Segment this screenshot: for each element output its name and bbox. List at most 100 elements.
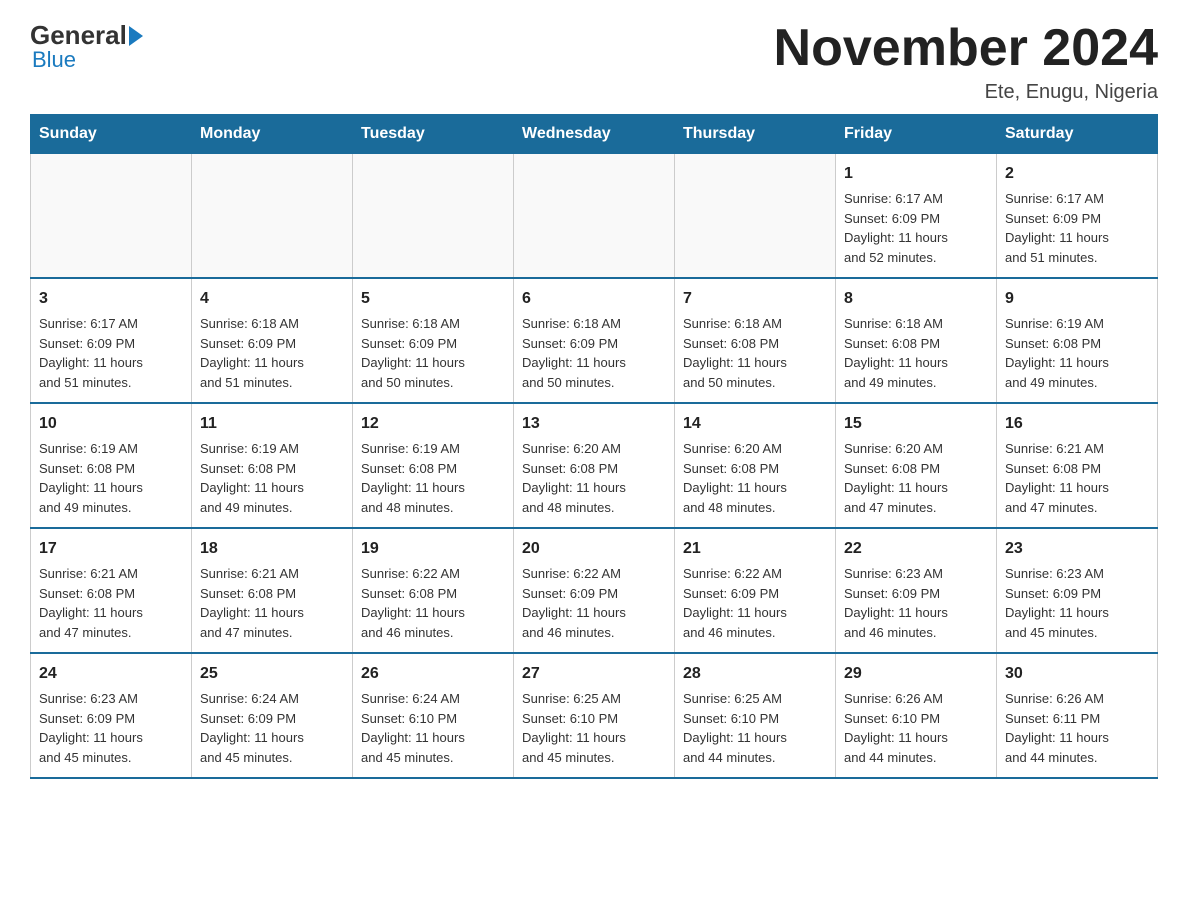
- day-number: 3: [39, 287, 183, 311]
- title-area: November 2024 Ete, Enugu, Nigeria: [774, 20, 1158, 104]
- day-number: 20: [522, 537, 666, 561]
- day-number: 10: [39, 412, 183, 436]
- calendar-cell: 12Sunrise: 6:19 AMSunset: 6:08 PMDayligh…: [353, 403, 514, 528]
- day-number: 28: [683, 662, 827, 686]
- logo-blue: Blue: [32, 47, 76, 73]
- day-number: 14: [683, 412, 827, 436]
- day-info: Sunrise: 6:23 AMSunset: 6:09 PMDaylight:…: [844, 564, 988, 642]
- calendar-cell: [31, 154, 192, 279]
- day-info: Sunrise: 6:19 AMSunset: 6:08 PMDaylight:…: [200, 439, 344, 517]
- day-info: Sunrise: 6:26 AMSunset: 6:10 PMDaylight:…: [844, 689, 988, 767]
- day-number: 30: [1005, 662, 1149, 686]
- calendar-cell: 15 Sunrise: 6:20 AMSunset: 6:08 PMDayligh…: [836, 403, 997, 528]
- calendar-cell: 4 Sunrise: 6:18 AMSunset: 6:09 PMDaylight…: [192, 278, 353, 403]
- calendar-cell: 30 Sunrise: 6:26 AMSunset: 6:11 PMDayligh…: [997, 653, 1158, 778]
- day-number: 19: [361, 537, 505, 561]
- weekday-header: Wednesday: [514, 115, 675, 154]
- day-info: Sunrise: 6:19 AMSunset: 6:08 PMDaylight:…: [39, 439, 183, 517]
- calendar-subtitle: Ete, Enugu, Nigeria: [774, 81, 1158, 104]
- day-info: Sunrise: 6:24 AMSunset: 6:10 PMDaylight:…: [361, 689, 505, 767]
- calendar-cell: 9 Sunrise: 6:19 AMSunset: 6:08 PMDaylight…: [997, 278, 1158, 403]
- weekday-header: Monday: [192, 115, 353, 154]
- calendar-cell: [514, 154, 675, 279]
- calendar-cell: 29 Sunrise: 6:26 AMSunset: 6:10 PMDayligh…: [836, 653, 997, 778]
- calendar-cell: 1Sunrise: 6:17 AMSunset: 6:09 PMDaylight…: [836, 154, 997, 279]
- day-number: 9: [1005, 287, 1149, 311]
- calendar-title: November 2024: [774, 20, 1158, 77]
- calendar-cell: 17 Sunrise: 6:21 AMSunset: 6:08 PMDayligh…: [31, 528, 192, 653]
- day-info: Sunrise: 6:18 AMSunset: 6:08 PMDaylight:…: [844, 314, 988, 392]
- day-number: 15: [844, 412, 988, 436]
- day-number: 25: [200, 662, 344, 686]
- day-info: Sunrise: 6:19 AMSunset: 6:08 PMDaylight:…: [361, 439, 505, 517]
- day-number: 1: [844, 162, 988, 186]
- calendar-table: SundayMondayTuesdayWednesdayThursdayFrid…: [30, 114, 1158, 779]
- calendar-week-row: 1Sunrise: 6:17 AMSunset: 6:09 PMDaylight…: [31, 154, 1158, 279]
- day-info: Sunrise: 6:21 AMSunset: 6:08 PMDaylight:…: [1005, 439, 1149, 517]
- day-info: Sunrise: 6:25 AMSunset: 6:10 PMDaylight:…: [683, 689, 827, 767]
- calendar-cell: 20Sunrise: 6:22 AMSunset: 6:09 PMDayligh…: [514, 528, 675, 653]
- calendar-cell: 16 Sunrise: 6:21 AMSunset: 6:08 PMDayligh…: [997, 403, 1158, 528]
- day-number: 21: [683, 537, 827, 561]
- day-number: 22: [844, 537, 988, 561]
- day-info: Sunrise: 6:20 AMSunset: 6:08 PMDaylight:…: [683, 439, 827, 517]
- day-info: Sunrise: 6:24 AMSunset: 6:09 PMDaylight:…: [200, 689, 344, 767]
- day-number: 17: [39, 537, 183, 561]
- calendar-cell: 2Sunrise: 6:17 AMSunset: 6:09 PMDaylight…: [997, 154, 1158, 279]
- weekday-header: Friday: [836, 115, 997, 154]
- day-info: Sunrise: 6:22 AMSunset: 6:09 PMDaylight:…: [683, 564, 827, 642]
- calendar-week-row: 10 Sunrise: 6:19 AMSunset: 6:08 PMDayligh…: [31, 403, 1158, 528]
- weekday-header: Tuesday: [353, 115, 514, 154]
- calendar-week-row: 24Sunrise: 6:23 AMSunset: 6:09 PMDayligh…: [31, 653, 1158, 778]
- day-info: Sunrise: 6:20 AMSunset: 6:08 PMDaylight:…: [844, 439, 988, 517]
- day-number: 4: [200, 287, 344, 311]
- calendar-cell: [353, 154, 514, 279]
- calendar-cell: 18 Sunrise: 6:21 AMSunset: 6:08 PMDayligh…: [192, 528, 353, 653]
- calendar-cell: 8 Sunrise: 6:18 AMSunset: 6:08 PMDaylight…: [836, 278, 997, 403]
- weekday-header: Sunday: [31, 115, 192, 154]
- calendar-week-row: 3 Sunrise: 6:17 AMSunset: 6:09 PMDaylight…: [31, 278, 1158, 403]
- logo-arrow-icon: [129, 26, 143, 46]
- calendar-cell: 26 Sunrise: 6:24 AMSunset: 6:10 PMDayligh…: [353, 653, 514, 778]
- calendar-cell: 25 Sunrise: 6:24 AMSunset: 6:09 PMDayligh…: [192, 653, 353, 778]
- day-info: Sunrise: 6:20 AMSunset: 6:08 PMDaylight:…: [522, 439, 666, 517]
- day-number: 18: [200, 537, 344, 561]
- day-number: 23: [1005, 537, 1149, 561]
- day-number: 7: [683, 287, 827, 311]
- calendar-cell: 24Sunrise: 6:23 AMSunset: 6:09 PMDayligh…: [31, 653, 192, 778]
- calendar-cell: 19Sunrise: 6:22 AMSunset: 6:08 PMDayligh…: [353, 528, 514, 653]
- calendar-cell: 3 Sunrise: 6:17 AMSunset: 6:09 PMDaylight…: [31, 278, 192, 403]
- day-info: Sunrise: 6:25 AMSunset: 6:10 PMDaylight:…: [522, 689, 666, 767]
- day-number: 26: [361, 662, 505, 686]
- day-info: Sunrise: 6:23 AMSunset: 6:09 PMDaylight:…: [1005, 564, 1149, 642]
- weekday-header: Saturday: [997, 115, 1158, 154]
- calendar-cell: [192, 154, 353, 279]
- day-info: Sunrise: 6:18 AMSunset: 6:09 PMDaylight:…: [200, 314, 344, 392]
- day-info: Sunrise: 6:21 AMSunset: 6:08 PMDaylight:…: [200, 564, 344, 642]
- day-number: 5: [361, 287, 505, 311]
- calendar-cell: 27 Sunrise: 6:25 AMSunset: 6:10 PMDayligh…: [514, 653, 675, 778]
- day-number: 27: [522, 662, 666, 686]
- day-number: 8: [844, 287, 988, 311]
- calendar-week-row: 17 Sunrise: 6:21 AMSunset: 6:08 PMDayligh…: [31, 528, 1158, 653]
- calendar-cell: 28 Sunrise: 6:25 AMSunset: 6:10 PMDayligh…: [675, 653, 836, 778]
- day-number: 24: [39, 662, 183, 686]
- day-info: Sunrise: 6:18 AMSunset: 6:09 PMDaylight:…: [361, 314, 505, 392]
- calendar-cell: 10 Sunrise: 6:19 AMSunset: 6:08 PMDayligh…: [31, 403, 192, 528]
- day-info: Sunrise: 6:18 AMSunset: 6:09 PMDaylight:…: [522, 314, 666, 392]
- day-number: 16: [1005, 412, 1149, 436]
- calendar-cell: 21 Sunrise: 6:22 AMSunset: 6:09 PMDayligh…: [675, 528, 836, 653]
- calendar-cell: 13Sunrise: 6:20 AMSunset: 6:08 PMDayligh…: [514, 403, 675, 528]
- calendar-cell: 14 Sunrise: 6:20 AMSunset: 6:08 PMDayligh…: [675, 403, 836, 528]
- page-header: General Blue November 2024 Ete, Enugu, N…: [30, 20, 1158, 104]
- day-number: 2: [1005, 162, 1149, 186]
- day-number: 6: [522, 287, 666, 311]
- day-info: Sunrise: 6:19 AMSunset: 6:08 PMDaylight:…: [1005, 314, 1149, 392]
- calendar-cell: 6 Sunrise: 6:18 AMSunset: 6:09 PMDaylight…: [514, 278, 675, 403]
- day-info: Sunrise: 6:21 AMSunset: 6:08 PMDaylight:…: [39, 564, 183, 642]
- calendar-cell: 23 Sunrise: 6:23 AMSunset: 6:09 PMDayligh…: [997, 528, 1158, 653]
- calendar-cell: 5 Sunrise: 6:18 AMSunset: 6:09 PMDaylight…: [353, 278, 514, 403]
- day-info: Sunrise: 6:26 AMSunset: 6:11 PMDaylight:…: [1005, 689, 1149, 767]
- day-number: 29: [844, 662, 988, 686]
- day-info: Sunrise: 6:17 AMSunset: 6:09 PMDaylight:…: [39, 314, 183, 392]
